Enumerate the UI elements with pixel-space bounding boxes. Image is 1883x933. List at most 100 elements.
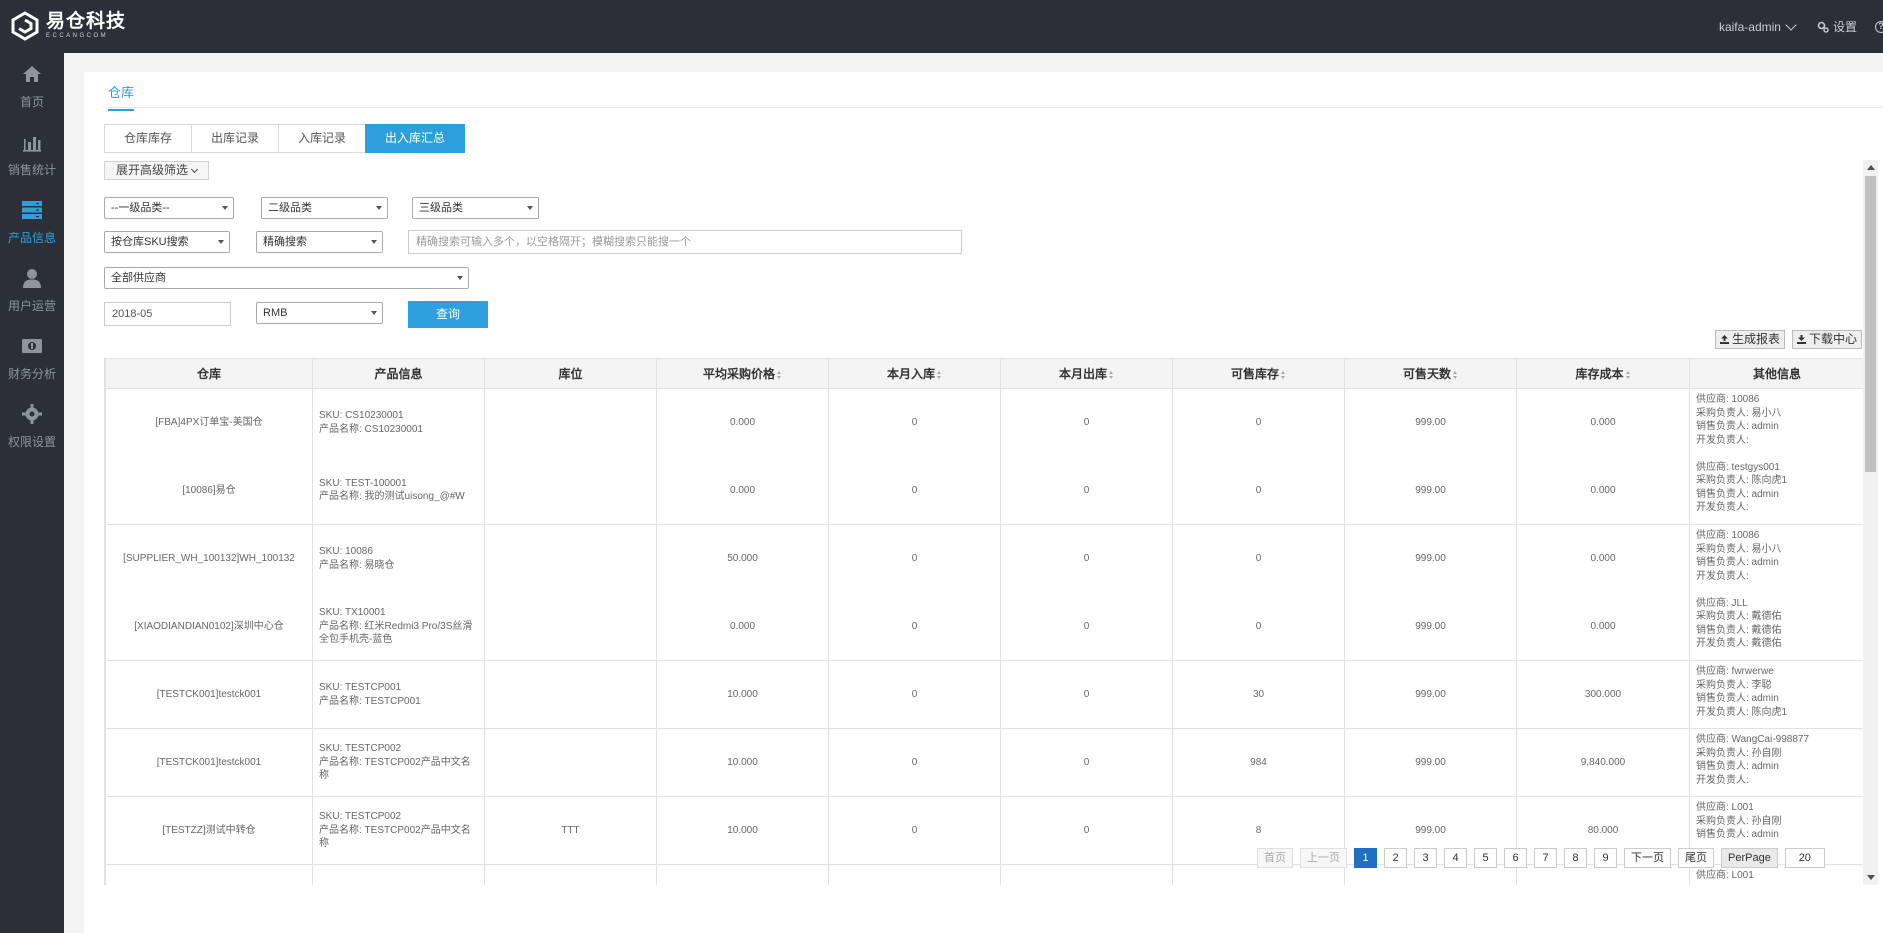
page-button[interactable]: 8 [1564,848,1587,868]
logo-subtext: ECCANGCOM [46,33,109,39]
upload-icon [1720,335,1729,344]
perpage-input[interactable]: 20 [1784,848,1825,868]
sort-icon[interactable] [1281,371,1286,379]
col-month-in[interactable]: 本月入库 [828,358,1001,389]
month-out-text: 0 [1083,824,1090,836]
cell-warehouse: [XIAODIANDIAN0102]深圳中心仓 [105,592,313,661]
search-input[interactable]: 精确搜索可输入多个，以空格隔开；模糊搜索只能搜一个 [408,230,962,254]
warehouse-text: [TESTZZ]测试中转仓 [162,824,256,836]
info-line: 供应商: WangCai-998877 [1696,734,1810,745]
download-center-button[interactable]: 下载中心 [1792,330,1863,349]
generate-report-button[interactable]: 生成报表 [1715,330,1786,349]
tab-inout-summary[interactable]: 出入库汇总 [365,124,466,153]
cell-product-info [312,864,485,885]
category3-select[interactable]: 三级品类 [412,197,539,219]
col-available-days[interactable]: 可售天数 [1344,358,1517,389]
dropdown-arrow-icon [371,240,377,244]
logo[interactable]: 易仓科技 ECCANGCOM [10,11,126,41]
perpage-label: PerPage [1721,848,1778,868]
page-button[interactable]: 2 [1384,848,1407,868]
search-by-value: 按仓库SKU搜索 [111,236,189,248]
user-menu[interactable]: kaifa-admin [1719,18,1797,34]
cell-location [484,524,657,593]
cell-other-info: 供应商: WangCai-998877 采购负责人: 孙自刚 销售负责人: admi… [1689,728,1863,797]
scroll-thumb[interactable] [1865,176,1876,472]
dropdown-arrow-icon [222,206,228,210]
cell-stock-cost: 0.000 [1516,388,1690,457]
cell-stock-cost: 0.000 [1516,524,1690,593]
tab-outbound-records[interactable]: 出库记录 [191,124,279,153]
nav-item-sales[interactable]: 销售统计 [0,121,64,189]
scroll-down-arrow-icon[interactable] [1867,875,1875,880]
cell-available-days: 999.00 [1344,524,1517,593]
cell-month-out: 0 [1000,660,1173,729]
info-line: 销售负责人: admin [1696,488,1779,500]
table-row: [TESTCK001]testck001 SKU: TESTCP002 产品名称: … [105,728,1863,797]
sort-icon[interactable] [937,371,942,379]
category2-value: 二级品类 [268,202,312,214]
info-line: 采购负责人: 陈向虎1 [1696,475,1788,486]
category2-select[interactable]: 二级品类 [261,197,388,219]
nav-item-permissions[interactable]: 权限设置 [0,393,64,461]
query-button[interactable]: 查询 [408,301,488,328]
product-name-text: 产品名称: TESTCP001 [319,695,421,707]
page-button[interactable]: 1 [1354,848,1377,868]
info-line: 开发负责人: [1696,502,1749,513]
sort-icon[interactable] [1625,371,1631,379]
cell-location [484,864,657,885]
col-available-stock[interactable]: 可售库存 [1172,358,1345,389]
currency-select[interactable]: RMB [256,302,383,324]
info-line: 销售负责人: 戴德佑 [1696,624,1782,636]
cell-available-stock: 984 [1172,728,1345,797]
tab-warehouse-stock[interactable]: 仓库库存 [104,124,192,153]
sort-icon[interactable] [1453,371,1458,379]
cell-month-in: 0 [828,524,1001,593]
info-line: 开发负责人: [1696,434,1749,446]
page-button[interactable]: 7 [1534,848,1557,868]
scroll-up-arrow-icon[interactable] [1867,165,1875,170]
nav-label: 用户运营 [7,299,56,313]
last-page-button[interactable]: 尾页 [1678,848,1714,868]
pagination: 首页 上一页 1 2 3 4 5 6 7 8 9 下一页 尾页 PerPage … [1257,848,1825,868]
month-input[interactable]: 2018-05 [104,302,231,326]
first-page-button[interactable]: 首页 [1257,848,1293,868]
advanced-filter-button[interactable]: 展开高级筛选 [104,161,210,180]
col-stock-cost[interactable]: 库存成本 [1516,358,1690,389]
nav-item-home[interactable]: 首页 [0,53,64,121]
col-avg-price[interactable]: 平均采购价格 [656,358,829,389]
settings-link[interactable]: 设置 [1817,18,1857,35]
info-line: 供应商: testgys001 [1696,461,1780,473]
sort-icon[interactable] [1109,371,1114,379]
table-row: [TESTCK001]testck001 SKU: TESTCP001 产品名称: … [105,660,1863,729]
cell-product-info: SKU: TX10001 产品名称: 红米Redmi3 Pro/3S丝滑全包手机壳… [312,592,485,661]
month-out-text: 0 [1083,756,1090,768]
prev-page-button[interactable]: 上一页 [1300,848,1347,868]
page-button[interactable]: 5 [1474,848,1497,868]
supplier-select[interactable]: 全部供应商 [104,267,469,289]
nav-item-users[interactable]: 用户运营 [0,257,64,325]
scrollbar[interactable] [1863,160,1878,885]
next-page-button[interactable]: 下一页 [1624,848,1671,868]
page-button[interactable]: 3 [1414,848,1437,868]
warehouse-text: [10086]易仓 [182,484,236,496]
col-month-out[interactable]: 本月出库 [1000,358,1173,389]
settings-label: 设置 [1832,20,1857,34]
category1-select[interactable]: --一级品类-- [104,197,234,219]
page-button[interactable]: 4 [1444,848,1467,868]
info-line: 销售负责人: admin [1696,693,1779,704]
cell-avg-price: 10.000 [656,728,829,797]
search-mode-select[interactable]: 精确搜索 [256,231,383,253]
nav-item-product[interactable]: 产品信息 [0,189,64,257]
help-icon[interactable]: ? [1875,20,1883,33]
cell-other-info: 供应商: fwrwerwe 采购负责人: 李聪 销售负责人: admin 开发负责人:… [1689,660,1863,729]
search-by-select[interactable]: 按仓库SKU搜索 [104,231,230,253]
sort-icon[interactable] [777,371,782,379]
page-button[interactable]: 9 [1594,848,1617,868]
cell-warehouse: [FBA]4PX订单宝-美国仓 [105,388,313,457]
sku-text: SKU: TEST-100001 [319,477,407,489]
page-button[interactable]: 6 [1504,848,1527,868]
product-name-text: 产品名称: 我的测试uisong_@#W [319,491,465,503]
nav-item-finance[interactable]: 财务分析 [0,325,64,393]
warehouse-text: [TESTCK001]testck001 [156,688,262,700]
tab-inbound-records[interactable]: 入库记录 [278,124,366,153]
